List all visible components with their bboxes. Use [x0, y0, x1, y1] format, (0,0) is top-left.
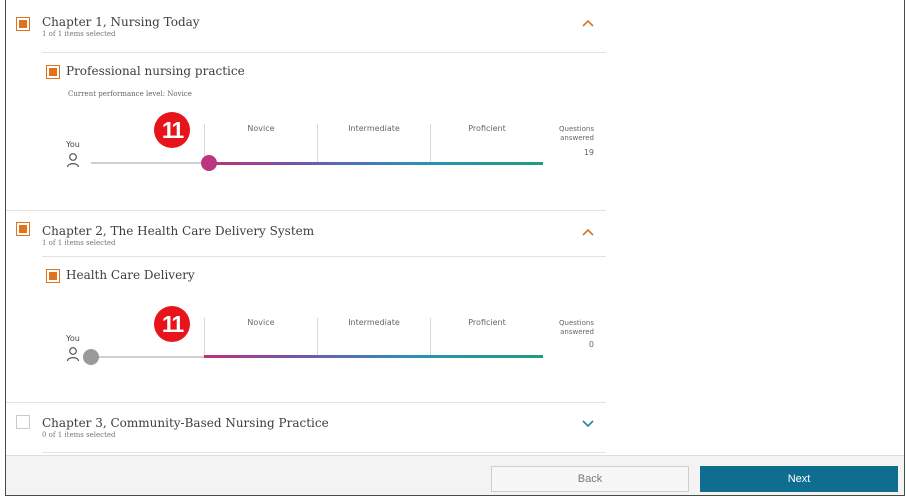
progress-knob: [201, 155, 217, 171]
step-badge: 11: [154, 306, 190, 342]
footer-bar: Back Next: [6, 455, 904, 495]
questions-answered-count: 19: [583, 148, 594, 157]
questions-answered-label: Questions answered: [559, 319, 594, 336]
scale-divider: [317, 318, 318, 356]
chapter-3-selection-count: 0 of 1 items selected: [42, 431, 116, 439]
chapter-3-checkbox[interactable]: [16, 415, 30, 429]
level-intermediate: Intermediate: [348, 318, 400, 327]
divider: [42, 52, 606, 53]
performance-level: Current performance level: Novice: [68, 90, 192, 98]
scale-divider: [204, 318, 205, 356]
progress-track-levels: [209, 162, 543, 165]
scale-divider: [317, 124, 318, 162]
chapter-divider: [6, 210, 606, 211]
topic-checkbox[interactable]: [46, 269, 60, 283]
level-novice: Novice: [247, 318, 275, 327]
topic-title: Health Care Delivery: [66, 268, 195, 282]
chapter-1-header[interactable]: Chapter 1, Nursing Today 1 of 1 items se…: [16, 14, 606, 54]
chapter-list: Chapter 1, Nursing Today 1 of 1 items se…: [6, 0, 611, 455]
divider: [42, 452, 606, 453]
progress-track-empty: [91, 356, 209, 358]
chapter-1-checkbox[interactable]: [16, 17, 30, 31]
chapter-3-header[interactable]: Chapter 3, Community-Based Nursing Pract…: [16, 414, 606, 454]
back-button[interactable]: Back: [491, 466, 689, 492]
questions-answered-count: 0: [588, 340, 594, 349]
chevron-up-icon[interactable]: [582, 227, 594, 239]
performance-scale: 11 Novice Intermediate Proficient Questi…: [16, 110, 611, 180]
person-icon: [66, 153, 80, 168]
chapter-1-title: Chapter 1, Nursing Today: [42, 15, 200, 29]
topic-title: Professional nursing practice: [66, 64, 245, 78]
progress-track-levels: [204, 355, 543, 358]
level-intermediate: Intermediate: [348, 124, 400, 133]
chapter-2-checkbox[interactable]: [16, 222, 30, 236]
step-badge: 11: [154, 112, 190, 148]
scale-divider: [430, 124, 431, 162]
questions-answered-label: Questions answered: [559, 125, 594, 142]
next-button[interactable]: Next: [700, 466, 898, 492]
divider: [42, 256, 606, 257]
progress-knob: [83, 349, 99, 365]
chapter-2-title: Chapter 2, The Health Care Delivery Syst…: [42, 224, 315, 238]
chevron-down-icon[interactable]: [582, 419, 594, 431]
scale-divider: [430, 318, 431, 356]
you-label: You: [66, 140, 80, 149]
performance-scale: 11 Novice Intermediate Proficient Questi…: [16, 304, 611, 374]
chapter-2-selection-count: 1 of 1 items selected: [42, 239, 116, 247]
person-icon: [66, 347, 80, 362]
chapter-3-title: Chapter 3, Community-Based Nursing Pract…: [42, 416, 329, 430]
chevron-up-icon[interactable]: [582, 18, 594, 30]
level-proficient: Proficient: [468, 318, 506, 327]
topic-checkbox[interactable]: [46, 65, 60, 79]
you-label: You: [66, 334, 80, 343]
app-frame: Chapter 1, Nursing Today 1 of 1 items se…: [5, 0, 905, 496]
level-novice: Novice: [247, 124, 275, 133]
level-proficient: Proficient: [468, 124, 506, 133]
progress-track-empty: [91, 162, 209, 164]
chapter-1-selection-count: 1 of 1 items selected: [42, 30, 116, 38]
chapter-divider: [6, 402, 606, 403]
